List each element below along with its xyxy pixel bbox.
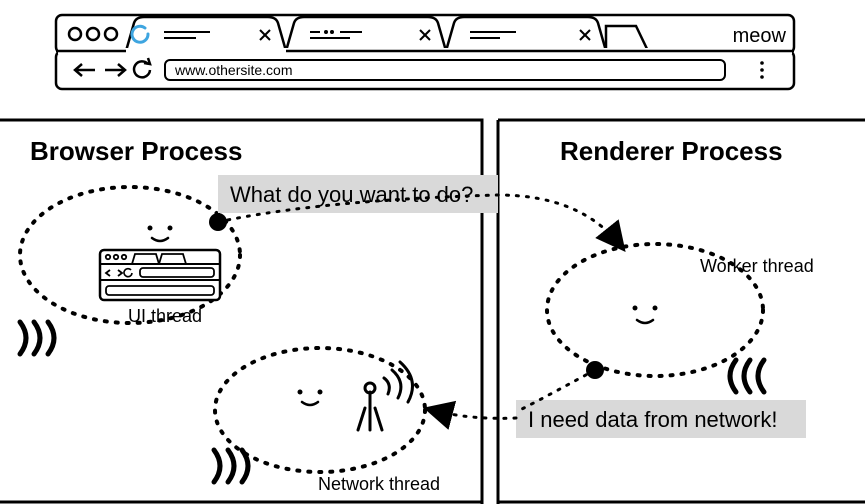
worker-thread: Worker thread — [547, 244, 814, 392]
browser-tab-3[interactable] — [446, 17, 606, 51]
ui-thread-label: UI thread — [128, 306, 202, 326]
renderer-process-title: Renderer Process — [560, 136, 783, 166]
diagram-root: meow www.othersite.com — [0, 0, 865, 504]
menu-icon[interactable] — [760, 61, 764, 79]
speech-answer-text: I need data from network! — [528, 407, 777, 432]
mini-browser-icon — [100, 250, 220, 300]
speech-question: What do you want to do? — [218, 175, 498, 213]
arrow-answer-b — [432, 410, 516, 418]
motion-chevrons-icon — [730, 360, 764, 392]
motion-chevrons-icon — [20, 322, 54, 354]
worker-thread-label: Worker thread — [700, 256, 814, 276]
network-thread: Network thread — [214, 348, 440, 494]
browser-window: meow www.othersite.com — [56, 15, 794, 89]
motion-chevrons-icon — [214, 450, 248, 482]
renderer-process-box: Renderer Process — [498, 120, 865, 504]
url-text: www.othersite.com — [174, 62, 292, 78]
speech-answer: I need data from network! — [516, 400, 806, 438]
speech-question-text: What do you want to do? — [230, 182, 473, 207]
browser-process-title: Browser Process — [30, 136, 242, 166]
ui-thread: UI thread — [20, 187, 240, 354]
browser-tab-2[interactable] — [286, 17, 446, 51]
browser-brand: meow — [733, 25, 787, 47]
radio-antenna-icon — [358, 362, 413, 430]
network-thread-label: Network thread — [318, 474, 440, 494]
browser-tab-1[interactable] — [126, 17, 286, 51]
